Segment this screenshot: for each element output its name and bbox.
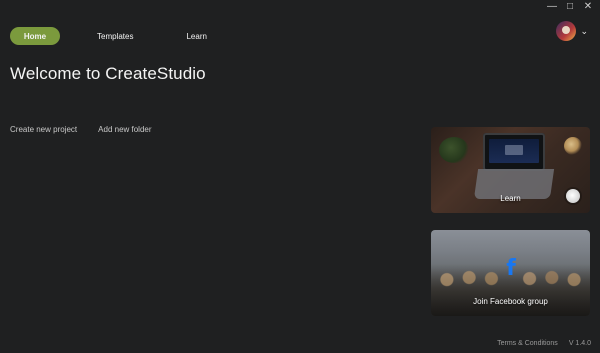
learn-card[interactable]: Learn bbox=[431, 127, 590, 213]
window-controls: — □ ✕ bbox=[546, 0, 600, 14]
top-navigation: Home Templates Learn bbox=[10, 27, 207, 45]
chevron-down-icon[interactable]: ⌄ bbox=[580, 26, 588, 37]
laptop-image bbox=[483, 133, 545, 171]
profile-menu[interactable]: ⌄ bbox=[556, 21, 588, 41]
version-label: V 1.4.0 bbox=[568, 340, 591, 347]
laptop-screen bbox=[489, 139, 539, 163]
tab-templates[interactable]: Templates bbox=[97, 27, 133, 45]
facebook-icon: f bbox=[506, 256, 516, 281]
create-new-project-link[interactable]: Create new project bbox=[10, 125, 77, 134]
facebook-group-card[interactable]: f Join Facebook group bbox=[431, 230, 590, 316]
maximize-icon[interactable]: □ bbox=[564, 1, 576, 13]
terms-and-conditions-link[interactable]: Terms & Conditions bbox=[497, 340, 558, 347]
learn-card-label: Learn bbox=[500, 194, 521, 203]
facebook-card-label: Join Facebook group bbox=[473, 297, 548, 306]
lamp-decoration bbox=[564, 137, 582, 155]
minimize-icon[interactable]: — bbox=[546, 1, 558, 13]
app-window: — □ ✕ Home Templates Learn ⌄ Welcome to … bbox=[0, 0, 600, 353]
footer: Terms & Conditions V 1.4.0 bbox=[497, 340, 591, 347]
close-icon[interactable]: ✕ bbox=[582, 1, 594, 13]
tab-learn-label: Learn bbox=[186, 31, 207, 41]
project-actions: Create new project Add new folder bbox=[10, 125, 152, 134]
add-new-folder-link[interactable]: Add new folder bbox=[98, 125, 151, 134]
page-title: Welcome to CreateStudio bbox=[10, 64, 206, 83]
tab-home-label: Home bbox=[23, 31, 47, 41]
tab-templates-label: Templates bbox=[97, 31, 134, 41]
avatar[interactable] bbox=[556, 21, 577, 41]
tab-learn[interactable]: Learn bbox=[186, 27, 206, 45]
plant-decoration bbox=[439, 137, 469, 163]
tab-home[interactable]: Home bbox=[10, 27, 60, 45]
